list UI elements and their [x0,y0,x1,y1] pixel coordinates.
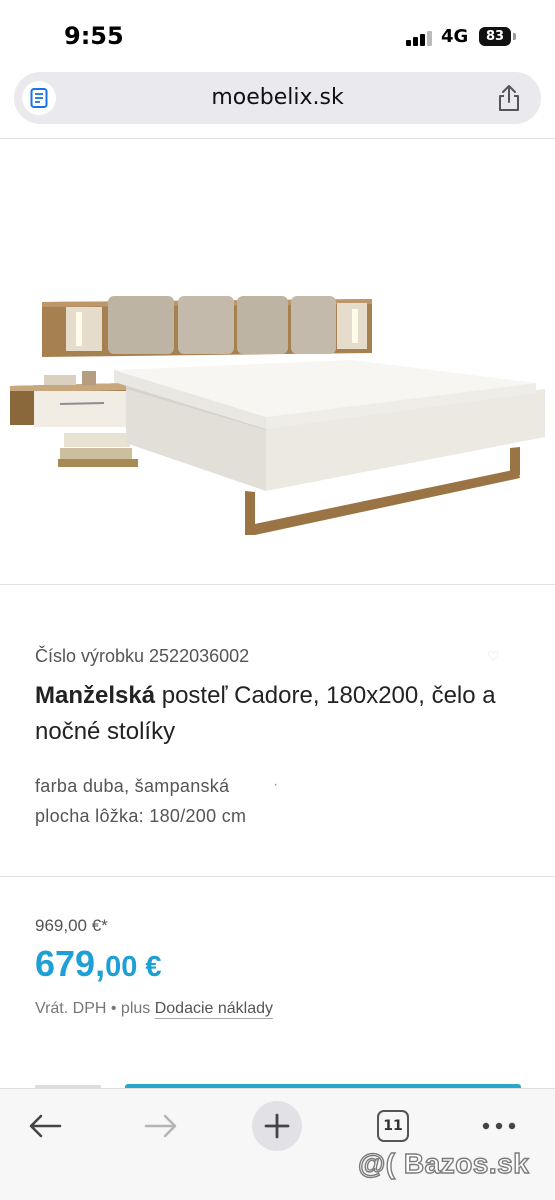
attribute-separator: · [273,776,279,793]
divider [0,876,555,877]
browser-toolbar: 11 [0,1088,555,1200]
product-title-bold: Manželská [35,682,156,709]
favorite-icon[interactable]: ♡ [487,648,500,665]
vat-info: Vrát. DPH • plus Dodacie náklady [35,1000,273,1018]
plus-icon[interactable] [252,1101,302,1151]
tabs-icon[interactable]: 11 [368,1101,418,1151]
address-bar[interactable]: moebelix.sk [14,72,541,124]
old-price: 969,00 €* [35,916,108,935]
battery-icon: 83 [479,27,511,46]
product-number: Číslo výrobku 2522036002 [35,646,250,666]
battery-tip [513,33,516,40]
status-time: 9:55 [64,22,124,50]
watermark-logo: @( Bazos.sk [357,1147,530,1179]
product-image[interactable] [0,139,555,584]
product-attribute: farba duba, šampanská [35,776,230,796]
current-price: 679,00 € [35,943,162,985]
share-icon[interactable] [497,84,521,117]
price-main: 679, [35,943,106,984]
back-arrow-icon[interactable] [20,1101,70,1151]
more-icon[interactable] [474,1101,524,1151]
signal-icon [406,30,434,46]
url-host[interactable]: moebelix.sk [14,85,541,110]
shipping-costs-link[interactable]: Dodacie náklady [155,1000,273,1017]
forward-arrow-icon[interactable] [136,1101,186,1151]
price-cents: 00 € [105,951,162,983]
product-attribute: plocha lôžka: 180/200 cm [35,806,247,826]
vat-text: Vrát. DPH • plus [35,1000,155,1017]
network-type: 4G [441,26,469,47]
status-bar: 9:55 4G 83 [0,0,555,70]
product-title: Manželská posteľ Cadore, 180x200, čelo a… [35,678,515,750]
tabs-count: 11 [377,1110,409,1142]
divider [0,584,555,585]
